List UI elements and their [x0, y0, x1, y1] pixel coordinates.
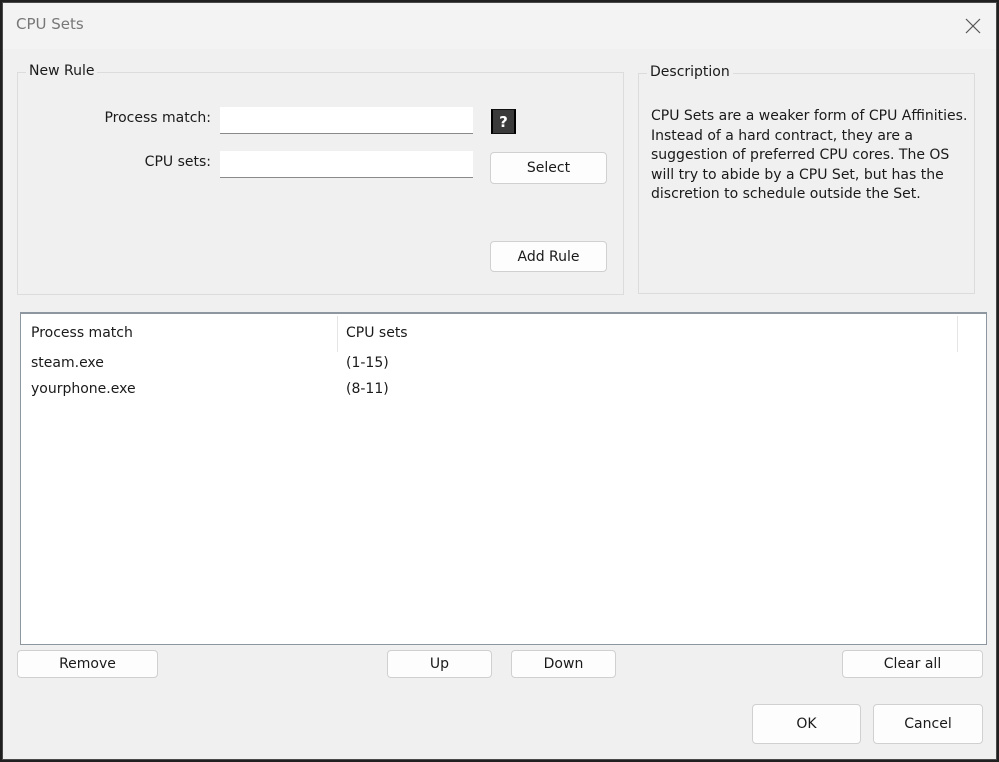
column-header-process-match[interactable]: Process match	[31, 325, 133, 341]
cancel-button-label: Cancel	[904, 716, 952, 732]
row-cpu-sets: (8-11)	[346, 381, 389, 397]
remove-button[interactable]: Remove	[17, 650, 158, 678]
question-mark-icon: ?	[499, 112, 508, 131]
column-separator[interactable]	[957, 316, 958, 352]
select-button-label: Select	[526, 160, 571, 176]
new-rule-group-label: New Rule	[26, 63, 98, 79]
description-text: CPU Sets are a weaker form of CPU Affini…	[651, 108, 968, 202]
row-cpu-sets: (1-15)	[346, 355, 389, 371]
row-process-match: yourphone.exe	[31, 381, 136, 397]
clear-all-button[interactable]: Clear all	[842, 650, 983, 678]
description-group: Description CPU Sets are a weaker form o…	[638, 64, 975, 294]
up-button[interactable]: Up	[387, 650, 492, 678]
description-group-label: Description	[647, 64, 733, 80]
down-button[interactable]: Down	[511, 650, 616, 678]
clear-all-button-label: Clear all	[883, 656, 942, 672]
process-match-input[interactable]	[220, 107, 473, 134]
ok-button-label: OK	[796, 716, 817, 732]
rules-list-header: Process match CPU sets	[21, 314, 986, 352]
cancel-button[interactable]: Cancel	[873, 704, 983, 744]
window-title: CPU Sets	[16, 15, 84, 33]
column-header-cpu-sets[interactable]: CPU sets	[346, 325, 408, 341]
cpu-sets-dialog: CPU Sets New Rule Process match: ? CPU s…	[2, 2, 997, 760]
table-row[interactable]: steam.exe (1-15)	[21, 352, 986, 378]
select-button[interactable]: Select	[490, 152, 607, 184]
cpu-sets-input[interactable]	[220, 151, 473, 178]
add-rule-button-label: Add Rule	[517, 248, 580, 265]
cpu-sets-label: CPU sets:	[144, 154, 211, 170]
close-icon	[965, 18, 981, 34]
help-button[interactable]: ?	[491, 109, 516, 134]
ok-button[interactable]: OK	[752, 704, 861, 744]
rules-list[interactable]: Process match CPU sets steam.exe (1-15) …	[20, 312, 987, 645]
up-button-label: Up	[429, 656, 450, 672]
remove-button-label: Remove	[59, 656, 116, 672]
title-bar[interactable]: CPU Sets	[3, 3, 996, 49]
close-button[interactable]	[956, 9, 990, 43]
column-separator[interactable]	[337, 316, 338, 352]
down-button-label: Down	[543, 656, 584, 672]
process-match-label: Process match:	[104, 110, 211, 126]
row-process-match: steam.exe	[31, 355, 104, 371]
add-rule-button[interactable]: Add Rule	[490, 241, 607, 272]
table-row[interactable]: yourphone.exe (8-11)	[21, 378, 986, 404]
